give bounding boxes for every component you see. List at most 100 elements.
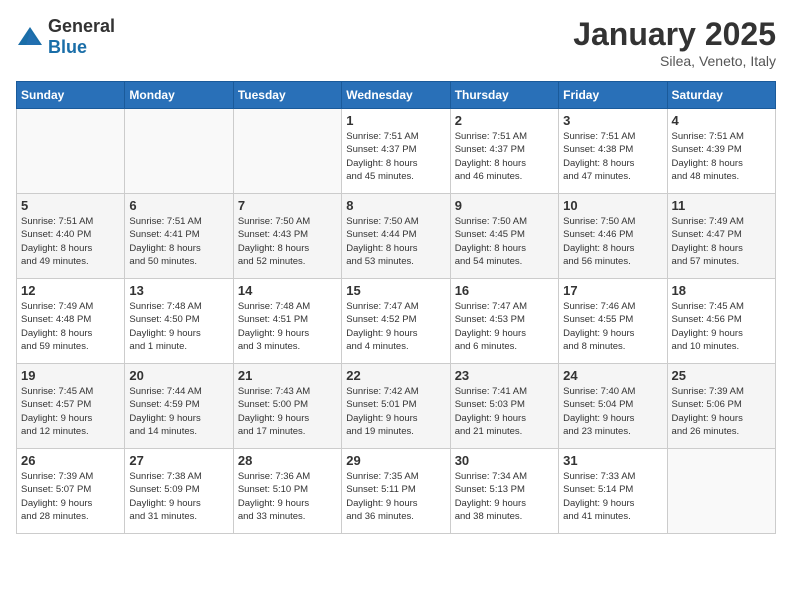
calendar-cell: 26 Sunrise: 7:39 AM Sunset: 5:07 PM Dayli… (17, 449, 125, 534)
calendar-cell: 13 Sunrise: 7:48 AM Sunset: 4:50 PM Dayli… (125, 279, 233, 364)
calendar-cell: 18 Sunrise: 7:45 AM Sunset: 4:56 PM Dayli… (667, 279, 775, 364)
day-number: 31 (563, 453, 662, 468)
day-number: 11 (672, 198, 771, 213)
day-number: 26 (21, 453, 120, 468)
calendar-cell: 8 Sunrise: 7:50 AM Sunset: 4:44 PM Daylig… (342, 194, 450, 279)
weekday-header-cell: Tuesday (233, 82, 341, 109)
calendar-cell: 20 Sunrise: 7:44 AM Sunset: 4:59 PM Dayli… (125, 364, 233, 449)
page-header: General Blue January 2025 Silea, Veneto,… (16, 16, 776, 69)
calendar-cell: 22 Sunrise: 7:42 AM Sunset: 5:01 PM Dayli… (342, 364, 450, 449)
calendar-cell: 23 Sunrise: 7:41 AM Sunset: 5:03 PM Dayli… (450, 364, 558, 449)
calendar-cell: 1 Sunrise: 7:51 AM Sunset: 4:37 PM Daylig… (342, 109, 450, 194)
day-info: Sunrise: 7:50 AM Sunset: 4:46 PM Dayligh… (563, 215, 662, 268)
day-number: 30 (455, 453, 554, 468)
day-number: 4 (672, 113, 771, 128)
day-info: Sunrise: 7:35 AM Sunset: 5:11 PM Dayligh… (346, 470, 445, 523)
calendar-cell: 30 Sunrise: 7:34 AM Sunset: 5:13 PM Dayli… (450, 449, 558, 534)
day-info: Sunrise: 7:47 AM Sunset: 4:53 PM Dayligh… (455, 300, 554, 353)
calendar-cell: 5Sunrise: 7:51 AM Sunset: 4:40 PM Daylig… (17, 194, 125, 279)
day-info: Sunrise: 7:50 AM Sunset: 4:44 PM Dayligh… (346, 215, 445, 268)
logo: General Blue (16, 16, 115, 58)
day-info: Sunrise: 7:36 AM Sunset: 5:10 PM Dayligh… (238, 470, 337, 523)
calendar-cell: 10Sunrise: 7:50 AM Sunset: 4:46 PM Dayli… (559, 194, 667, 279)
calendar-cell: 21 Sunrise: 7:43 AM Sunset: 5:00 PM Dayli… (233, 364, 341, 449)
day-number: 8 (346, 198, 445, 213)
calendar-cell: 9 Sunrise: 7:50 AM Sunset: 4:45 PM Daylig… (450, 194, 558, 279)
day-number: 28 (238, 453, 337, 468)
calendar-cell: 29 Sunrise: 7:35 AM Sunset: 5:11 PM Dayli… (342, 449, 450, 534)
day-info: Sunrise: 7:39 AM Sunset: 5:06 PM Dayligh… (672, 385, 771, 438)
day-info: Sunrise: 7:51 AM Sunset: 4:40 PM Dayligh… (21, 215, 120, 268)
calendar-cell: 4 Sunrise: 7:51 AM Sunset: 4:39 PM Daylig… (667, 109, 775, 194)
calendar-table: SundayMondayTuesdayWednesdayThursdayFrid… (16, 81, 776, 534)
calendar-cell (125, 109, 233, 194)
day-info: Sunrise: 7:51 AM Sunset: 4:37 PM Dayligh… (455, 130, 554, 183)
day-info: Sunrise: 7:49 AM Sunset: 4:47 PM Dayligh… (672, 215, 771, 268)
day-number: 1 (346, 113, 445, 128)
day-number: 16 (455, 283, 554, 298)
day-number: 21 (238, 368, 337, 383)
calendar-cell: 16 Sunrise: 7:47 AM Sunset: 4:53 PM Dayli… (450, 279, 558, 364)
day-info: Sunrise: 7:50 AM Sunset: 4:45 PM Dayligh… (455, 215, 554, 268)
day-info: Sunrise: 7:45 AM Sunset: 4:57 PM Dayligh… (21, 385, 120, 438)
day-number: 7 (238, 198, 337, 213)
day-info: Sunrise: 7:34 AM Sunset: 5:13 PM Dayligh… (455, 470, 554, 523)
day-number: 22 (346, 368, 445, 383)
calendar-cell: 24Sunrise: 7:40 AM Sunset: 5:04 PM Dayli… (559, 364, 667, 449)
calendar-cell: 7 Sunrise: 7:50 AM Sunset: 4:43 PM Daylig… (233, 194, 341, 279)
day-info: Sunrise: 7:33 AM Sunset: 5:14 PM Dayligh… (563, 470, 662, 523)
calendar-cell: 28 Sunrise: 7:36 AM Sunset: 5:10 PM Dayli… (233, 449, 341, 534)
weekday-header-cell: Wednesday (342, 82, 450, 109)
calendar-cell: 11 Sunrise: 7:49 AM Sunset: 4:47 PM Dayli… (667, 194, 775, 279)
day-info: Sunrise: 7:38 AM Sunset: 5:09 PM Dayligh… (129, 470, 228, 523)
day-number: 13 (129, 283, 228, 298)
weekday-header-row: SundayMondayTuesdayWednesdayThursdayFrid… (17, 82, 776, 109)
day-info: Sunrise: 7:47 AM Sunset: 4:52 PM Dayligh… (346, 300, 445, 353)
calendar-cell: 19 Sunrise: 7:45 AM Sunset: 4:57 PM Dayli… (17, 364, 125, 449)
day-number: 9 (455, 198, 554, 213)
logo-text: General Blue (48, 16, 115, 58)
calendar-body: 1 Sunrise: 7:51 AM Sunset: 4:37 PM Daylig… (17, 109, 776, 534)
day-number: 12 (21, 283, 120, 298)
calendar-cell (667, 449, 775, 534)
day-info: Sunrise: 7:48 AM Sunset: 4:50 PM Dayligh… (129, 300, 228, 353)
month-title: January 2025 (573, 16, 776, 53)
day-info: Sunrise: 7:51 AM Sunset: 4:41 PM Dayligh… (129, 215, 228, 268)
day-info: Sunrise: 7:51 AM Sunset: 4:37 PM Dayligh… (346, 130, 445, 183)
calendar-cell: 14Sunrise: 7:48 AM Sunset: 4:51 PM Dayli… (233, 279, 341, 364)
day-info: Sunrise: 7:41 AM Sunset: 5:03 PM Dayligh… (455, 385, 554, 438)
day-number: 20 (129, 368, 228, 383)
day-number: 23 (455, 368, 554, 383)
day-number: 19 (21, 368, 120, 383)
day-number: 25 (672, 368, 771, 383)
day-info: Sunrise: 7:51 AM Sunset: 4:38 PM Dayligh… (563, 130, 662, 183)
calendar-cell: 25 Sunrise: 7:39 AM Sunset: 5:06 PM Dayli… (667, 364, 775, 449)
location-title: Silea, Veneto, Italy (573, 53, 776, 69)
day-info: Sunrise: 7:44 AM Sunset: 4:59 PM Dayligh… (129, 385, 228, 438)
calendar-cell: 15 Sunrise: 7:47 AM Sunset: 4:52 PM Dayli… (342, 279, 450, 364)
logo-blue: Blue (48, 37, 87, 57)
day-info: Sunrise: 7:50 AM Sunset: 4:43 PM Dayligh… (238, 215, 337, 268)
day-info: Sunrise: 7:45 AM Sunset: 4:56 PM Dayligh… (672, 300, 771, 353)
calendar-cell: 6 Sunrise: 7:51 AM Sunset: 4:41 PM Daylig… (125, 194, 233, 279)
weekday-header-cell: Monday (125, 82, 233, 109)
calendar-cell: 3Sunrise: 7:51 AM Sunset: 4:38 PM Daylig… (559, 109, 667, 194)
weekday-header-cell: Sunday (17, 82, 125, 109)
calendar-cell: 27Sunrise: 7:38 AM Sunset: 5:09 PM Dayli… (125, 449, 233, 534)
day-info: Sunrise: 7:43 AM Sunset: 5:00 PM Dayligh… (238, 385, 337, 438)
day-info: Sunrise: 7:46 AM Sunset: 4:55 PM Dayligh… (563, 300, 662, 353)
weekday-header-cell: Saturday (667, 82, 775, 109)
calendar-week-row: 12Sunrise: 7:49 AM Sunset: 4:48 PM Dayli… (17, 279, 776, 364)
day-info: Sunrise: 7:48 AM Sunset: 4:51 PM Dayligh… (238, 300, 337, 353)
day-number: 18 (672, 283, 771, 298)
day-info: Sunrise: 7:42 AM Sunset: 5:01 PM Dayligh… (346, 385, 445, 438)
calendar-cell: 31 Sunrise: 7:33 AM Sunset: 5:14 PM Dayli… (559, 449, 667, 534)
day-number: 15 (346, 283, 445, 298)
calendar-cell (17, 109, 125, 194)
title-block: January 2025 Silea, Veneto, Italy (573, 16, 776, 69)
day-info: Sunrise: 7:39 AM Sunset: 5:07 PM Dayligh… (21, 470, 120, 523)
day-info: Sunrise: 7:51 AM Sunset: 4:39 PM Dayligh… (672, 130, 771, 183)
day-number: 2 (455, 113, 554, 128)
day-number: 29 (346, 453, 445, 468)
day-number: 6 (129, 198, 228, 213)
